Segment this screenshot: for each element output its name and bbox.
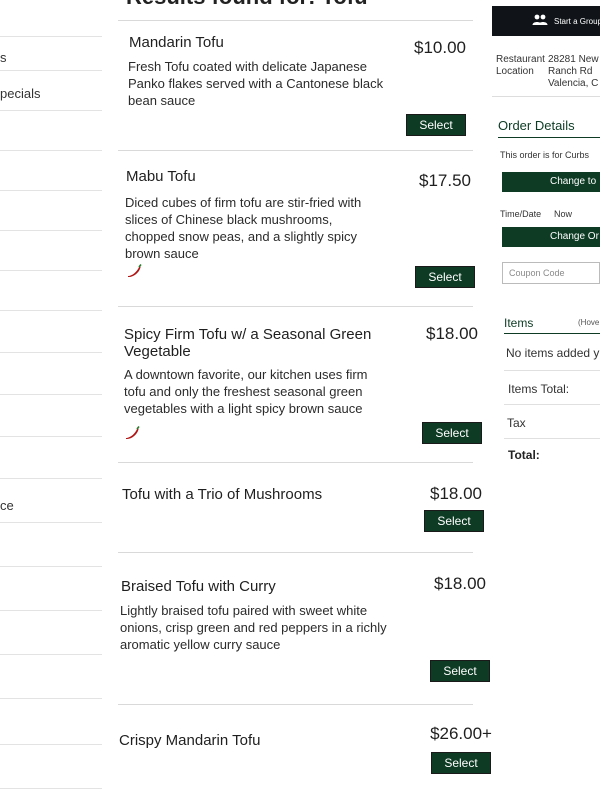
- item-description: Fresh Tofu coated with delicate Japanese…: [128, 59, 384, 108]
- hover-hint: (Hove: [578, 318, 600, 327]
- results-heading: Results found for: Tofu: [126, 0, 368, 10]
- sidebar-divider: [0, 654, 102, 655]
- restaurant-location-label: Restaurant Location: [496, 54, 545, 77]
- select-button[interactable]: Select: [431, 752, 491, 774]
- order-type-text: This order is for Curbs: [500, 150, 590, 160]
- coupon-code-input[interactable]: [502, 262, 600, 284]
- item-description: Diced cubes of firm tofu are stir-fried …: [125, 195, 362, 261]
- item-divider: [118, 20, 473, 21]
- category-sidebar: s pecials ce: [0, 0, 102, 800]
- item-name: Tofu with a Trio of Mushrooms: [122, 486, 323, 503]
- menu-item: Braised Tofu with Curry $18.00 Lightly b…: [118, 562, 490, 702]
- sidebar-divider: [0, 744, 102, 745]
- item-description: Lightly braised tofu paired with sweet w…: [120, 603, 387, 652]
- sidebar-divider: [0, 478, 102, 479]
- sidebar-divider: [0, 70, 102, 71]
- menu-item: Mandarin Tofu $10.00 Fresh Tofu coated w…: [118, 30, 488, 140]
- sidebar-divider: [0, 788, 102, 789]
- select-button[interactable]: Select: [415, 266, 475, 288]
- start-group-order-button[interactable]: Start a Group: [492, 6, 600, 36]
- item-price: $26.00+: [430, 724, 492, 743]
- sidebar-divider: [0, 190, 102, 191]
- sidebar-divider: [0, 394, 102, 395]
- item-name: Mandarin Tofu: [129, 34, 224, 51]
- divider: [504, 370, 600, 371]
- divider: [504, 333, 600, 334]
- menu-item: Spicy Firm Tofu w/ a Seasonal Green Vege…: [118, 316, 488, 456]
- menu-results: Results found for: Tofu Mandarin Tofu $1…: [112, 0, 492, 800]
- sidebar-divider: [0, 566, 102, 567]
- item-name: Crispy Mandarin Tofu: [119, 732, 261, 749]
- menu-item: Mabu Tofu $17.50 Diced cubes of firm tof…: [118, 160, 488, 300]
- time-date-label: Time/Date: [500, 209, 542, 219]
- chili-pepper-icon: [126, 264, 142, 281]
- item-price: $18.00: [426, 324, 478, 343]
- total-label: Total:: [508, 448, 540, 462]
- time-date-value: Now: [554, 209, 573, 219]
- item-price: $10.00: [414, 38, 466, 57]
- people-icon: [532, 14, 548, 28]
- item-price: $18.00: [434, 574, 486, 593]
- sidebar-divider: [0, 436, 102, 437]
- select-button[interactable]: Select: [406, 114, 466, 136]
- item-name: Mabu Tofu: [126, 168, 196, 185]
- sidebar-item-specials[interactable]: pecials: [0, 86, 40, 101]
- sidebar-item-partial[interactable]: s: [0, 50, 7, 65]
- item-divider: [118, 552, 473, 553]
- divider: [498, 137, 600, 138]
- divider: [504, 404, 600, 405]
- menu-item: Crispy Mandarin Tofu $26.00+ Select: [118, 714, 492, 794]
- item-price: $17.50: [419, 171, 471, 190]
- sidebar-divider: [0, 352, 102, 353]
- select-button[interactable]: Select: [424, 510, 484, 532]
- divider: [504, 438, 600, 439]
- order-details-title: Order Details: [498, 118, 575, 133]
- sidebar-divider: [0, 698, 102, 699]
- chili-pepper-icon: [124, 426, 140, 443]
- sidebar-divider: [0, 230, 102, 231]
- item-divider: [118, 150, 473, 151]
- item-name: Spicy Firm Tofu w/ a Seasonal Green Vege…: [124, 326, 372, 360]
- select-button[interactable]: Select: [422, 422, 482, 444]
- sidebar-divider: [0, 310, 102, 311]
- item-description: A downtown favorite, our kitchen uses fi…: [124, 367, 368, 416]
- tax-label: Tax: [507, 416, 526, 430]
- change-order-time-button[interactable]: Change Or: [502, 227, 600, 247]
- item-divider: [118, 306, 473, 307]
- sidebar-divider: [0, 110, 102, 111]
- divider: [492, 96, 600, 97]
- empty-cart-message: No items added y: [506, 346, 600, 360]
- restaurant-address: 28281 New Ranch Rd Valencia, C: [548, 54, 599, 89]
- order-panel: Start a Group Restaurant Location 28281 …: [492, 0, 600, 800]
- menu-item: Tofu with a Trio of Mushrooms $18.00 Sel…: [118, 472, 488, 550]
- item-name: Braised Tofu with Curry: [121, 578, 276, 595]
- item-divider: [118, 462, 473, 463]
- sidebar-divider: [0, 270, 102, 271]
- start-group-label: Start a Group: [554, 16, 600, 26]
- select-button[interactable]: Select: [430, 660, 490, 682]
- items-title: Items: [504, 316, 534, 330]
- sidebar-divider: [0, 150, 102, 151]
- sidebar-item-partial[interactable]: ce: [0, 498, 14, 513]
- items-total-label: Items Total:: [508, 382, 570, 396]
- item-price: $18.00: [430, 484, 482, 503]
- change-order-type-button[interactable]: Change to: [502, 172, 600, 192]
- sidebar-divider: [0, 36, 102, 37]
- sidebar-divider: [0, 610, 102, 611]
- item-divider: [118, 704, 473, 705]
- sidebar-divider: [0, 522, 102, 523]
